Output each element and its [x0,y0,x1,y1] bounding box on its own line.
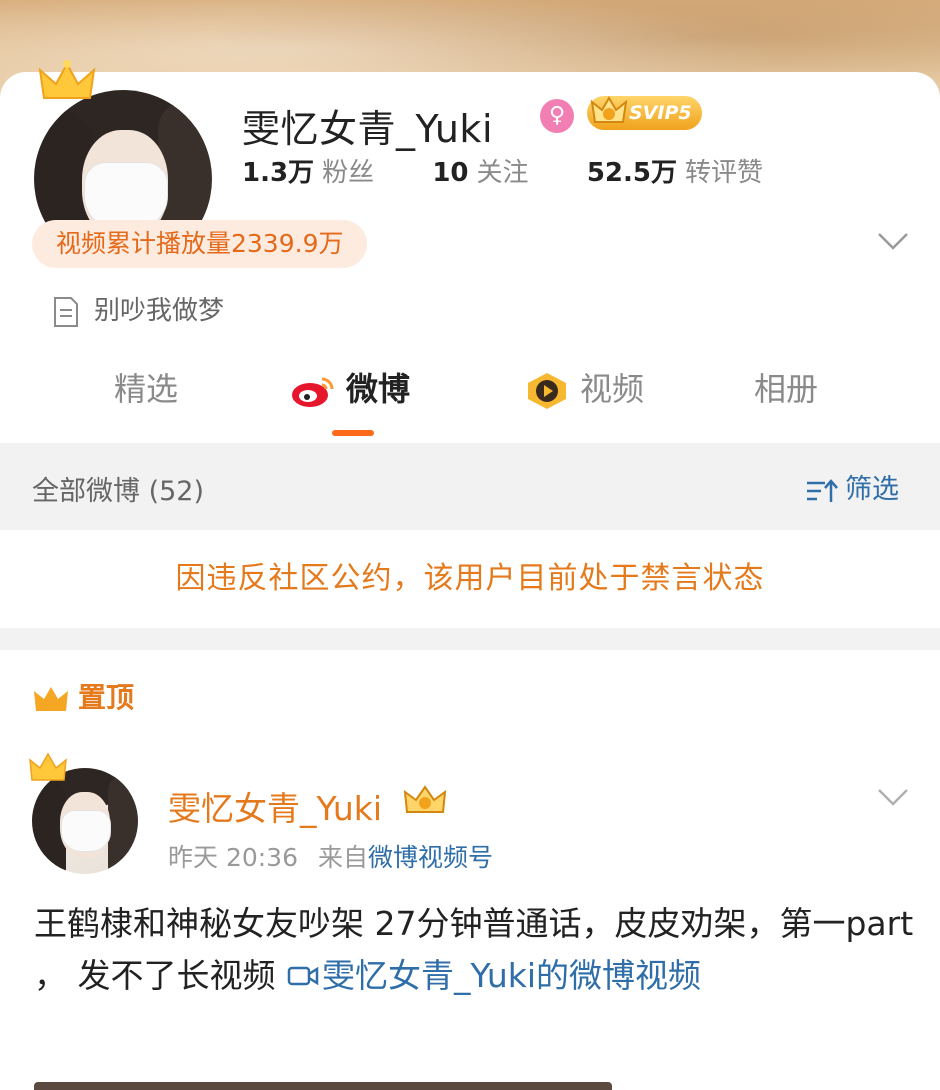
stat-following[interactable]: 10 关注 [432,152,528,189]
post-source-link[interactable]: 微博视频号 [368,843,493,872]
filter-bar: 全部微博 (52) 筛选 [0,443,940,530]
chevron-down-icon[interactable] [876,230,910,252]
active-tab-indicator [332,430,374,436]
post-source-prefix: 来自 [317,843,368,872]
tab-featured[interactable]: 精选 [114,364,178,410]
profile-bio: 别吵我做梦 [52,290,224,328]
svip-level-text: SVIP5 [629,102,692,124]
post-author-name[interactable]: 雯忆女青_Yuki [168,782,382,830]
tab-label: 视频 [580,370,645,408]
stat-label: 关注 [476,158,529,188]
weibo-logo-icon [292,377,334,407]
video-views-badge[interactable]: 视频累计播放量2339.9万 [32,220,368,268]
vip-crown-icon [403,785,447,813]
filter-sort-icon [807,478,838,502]
pinned-crown-icon [34,687,68,711]
crown-icon [38,60,96,99]
weibo-count-label: 全部微博 (52) [32,476,205,507]
tab-album[interactable]: 相册 [754,364,818,410]
stat-label: 粉丝 [322,158,375,188]
section-divider [0,628,940,650]
profile-username: 雯忆女青_Yuki [242,107,493,151]
video-channel-icon [528,373,566,409]
tab-label: 相册 [754,370,819,408]
post-video-link-text: 雯忆女青_Yuki的微博视频 [321,956,702,995]
tab-video[interactable]: 视频 [524,364,644,411]
post-avatar-crown-icon [29,752,67,781]
post-media-preview[interactable] [34,1082,612,1090]
svip-crown-icon [590,96,628,123]
ban-notice: 因违反社区公约，该用户目前处于禁言状态 [175,561,765,596]
post-chevron-down-icon[interactable] [876,786,910,808]
tab-weibo[interactable]: 微博 [290,364,410,410]
stat-value: 52.5万 [586,158,677,188]
filter-label: 筛选 [845,474,899,505]
profile-stats: 1.3万 粉丝 10 关注 52.5万 转评赞 [242,152,813,189]
filter-button[interactable]: 筛选 [805,467,899,506]
bio-text: 别吵我做梦 [94,296,225,326]
pinned-label: 置顶 [32,676,134,716]
stat-interactions[interactable]: 52.5万 转评赞 [587,152,763,189]
post-meta: 昨天 20:36 来自微博视频号 [168,838,493,874]
post-video-link[interactable]: 雯忆女青_Yuki的微博视频 [286,956,701,995]
stat-label: 转评赞 [684,158,763,188]
stat-value: 1.3万 [242,158,315,188]
pinned-text: 置顶 [78,681,135,714]
profile-tabs: 精选 微博 视频 相册 [0,364,940,444]
svip-badge[interactable]: SVIP5 [587,96,702,130]
video-camera-icon [287,966,319,986]
female-gender-icon: ♀ [540,99,574,133]
tab-label: 微博 [346,370,411,408]
document-icon [54,296,78,327]
post-time: 昨天 20:36 [168,843,298,872]
stat-value: 10 [432,158,469,188]
stat-fans[interactable]: 1.3万 粉丝 [242,152,374,189]
post-body: 王鹤棣和神秘女友吵架 27分钟普通话，皮皮劝架，第一part ， 发不了长视频 … [34,898,914,1002]
tab-label: 精选 [114,370,179,408]
